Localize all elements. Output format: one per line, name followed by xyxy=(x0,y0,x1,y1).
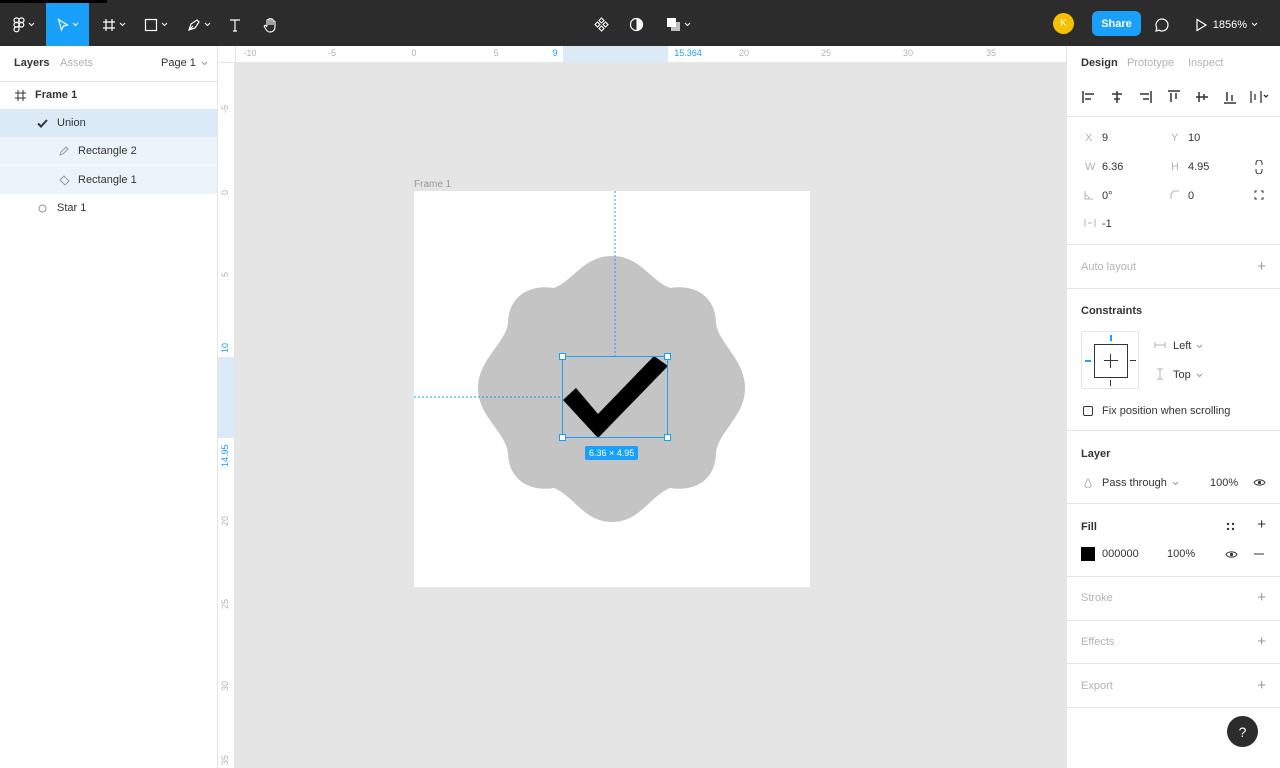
y-input[interactable]: 10 xyxy=(1188,132,1200,144)
corner-radius-icon xyxy=(1169,189,1181,201)
tab-inspect[interactable]: Inspect xyxy=(1188,57,1223,69)
constraints-section: Constraints Left Top Fix position when s… xyxy=(1067,289,1280,431)
constraint-bottom-indicator[interactable] xyxy=(1110,380,1111,386)
fill-section: Fill + 000000 100% xyxy=(1067,504,1280,577)
horizontal-constraint-dropdown[interactable]: Left xyxy=(1173,340,1203,352)
fill-color-swatch[interactable] xyxy=(1081,547,1095,561)
constraints-cross xyxy=(1104,360,1118,361)
vertical-constraint-value: Top xyxy=(1173,369,1191,381)
constraints-title: Constraints xyxy=(1081,305,1143,317)
blend-mode-value: Pass through xyxy=(1102,477,1167,489)
w-label: W xyxy=(1085,161,1096,173)
fill-hex-input[interactable]: 000000 xyxy=(1102,548,1139,560)
height-input[interactable]: 4.95 xyxy=(1188,161,1209,173)
vertical-constraint-dropdown[interactable]: Top xyxy=(1173,369,1203,381)
export-section: Export + xyxy=(1067,664,1280,708)
fill-title: Fill xyxy=(1081,521,1097,533)
dimension-badge: 6.36 × 4.95 xyxy=(585,446,639,460)
align-center-vertical-icon[interactable] xyxy=(1194,89,1210,105)
minus-icon[interactable] xyxy=(1253,548,1265,560)
stroke-section: Stroke + xyxy=(1067,577,1280,621)
x-label: X xyxy=(1085,132,1093,144)
rotation-input[interactable]: 0° xyxy=(1102,190,1113,202)
align-left-icon[interactable] xyxy=(1081,89,1097,105)
eye-icon[interactable] xyxy=(1252,476,1266,488)
corner-radius-input[interactable]: 0 xyxy=(1188,190,1194,202)
constraints-cross xyxy=(1110,354,1111,368)
add-export-icon[interactable]: + xyxy=(1257,678,1266,693)
resize-handle[interactable] xyxy=(559,434,566,441)
transform-section: X 9 Y 10 W 6.36 H 4.95 0° 0 -1 xyxy=(1067,117,1280,245)
fill-opacity-input[interactable]: 100% xyxy=(1167,548,1195,560)
align-right-icon[interactable] xyxy=(1137,89,1153,105)
add-stroke-icon[interactable]: + xyxy=(1257,590,1266,605)
add-auto-layout-icon[interactable]: + xyxy=(1257,259,1266,274)
distribute-icon[interactable] xyxy=(1249,89,1271,105)
y-label: Y xyxy=(1171,132,1179,144)
tab-prototype[interactable]: Prototype xyxy=(1127,57,1174,69)
effects-section: Effects + xyxy=(1067,621,1280,664)
right-panel-tabs: Design Prototype Inspect xyxy=(1067,46,1280,81)
align-top-icon[interactable] xyxy=(1166,89,1182,105)
stroke-title: Stroke xyxy=(1081,592,1113,604)
fix-position-label: Fix position when scrolling xyxy=(1102,405,1231,417)
independent-corners-icon[interactable] xyxy=(1253,189,1265,201)
star-shape[interactable] xyxy=(478,256,745,522)
resize-handle[interactable] xyxy=(559,353,566,360)
x-input[interactable]: 9 xyxy=(1102,132,1108,144)
constraint-right-indicator[interactable] xyxy=(1130,360,1136,361)
effects-title: Effects xyxy=(1081,636,1115,648)
eye-icon[interactable] xyxy=(1224,548,1238,560)
blend-mode-icon xyxy=(1083,477,1093,489)
resize-handle[interactable] xyxy=(664,353,671,360)
add-effect-icon[interactable]: + xyxy=(1257,634,1266,649)
width-input[interactable]: 6.36 xyxy=(1102,161,1123,173)
constraints-box xyxy=(1094,344,1128,378)
help-button[interactable]: ? xyxy=(1227,716,1258,747)
constraint-top-indicator[interactable] xyxy=(1110,335,1112,341)
export-title: Export xyxy=(1081,680,1113,692)
alignment-section xyxy=(1067,81,1280,117)
tab-design[interactable]: Design xyxy=(1081,57,1118,69)
add-fill-icon[interactable]: + xyxy=(1257,517,1266,532)
rotation-icon xyxy=(1083,189,1095,201)
constrain-proportions-icon[interactable] xyxy=(1253,159,1265,175)
constraint-left-indicator[interactable] xyxy=(1085,360,1091,362)
chevron-down-icon xyxy=(1172,481,1179,486)
spacing-input[interactable]: -1 xyxy=(1102,218,1112,230)
properties-panel: Design Prototype Inspect X 9 Y 10 W 6.36… xyxy=(1066,46,1280,768)
horizontal-constraint-icon xyxy=(1153,339,1167,351)
auto-layout-title: Auto layout xyxy=(1081,261,1137,273)
auto-layout-section: Auto layout + xyxy=(1067,245,1280,289)
chevron-down-icon xyxy=(1196,373,1203,378)
resize-handle[interactable] xyxy=(664,434,671,441)
horizontal-constraint-value: Left xyxy=(1173,340,1192,352)
chevron-down-icon xyxy=(1197,344,1203,349)
style-grid-icon[interactable] xyxy=(1224,520,1236,532)
fix-position-checkbox[interactable] xyxy=(1083,406,1093,416)
layer-section: Layer Pass through 100% xyxy=(1067,431,1280,504)
layer-opacity-input[interactable]: 100% xyxy=(1210,477,1238,489)
spacing-icon xyxy=(1083,217,1097,229)
align-center-horizontal-icon[interactable] xyxy=(1109,89,1125,105)
constraints-widget[interactable] xyxy=(1081,331,1139,389)
vertical-constraint-icon xyxy=(1155,367,1165,381)
blend-mode-dropdown[interactable]: Pass through xyxy=(1102,477,1179,489)
layer-title: Layer xyxy=(1081,448,1111,460)
align-bottom-icon[interactable] xyxy=(1222,89,1238,105)
h-label: H xyxy=(1171,161,1179,173)
